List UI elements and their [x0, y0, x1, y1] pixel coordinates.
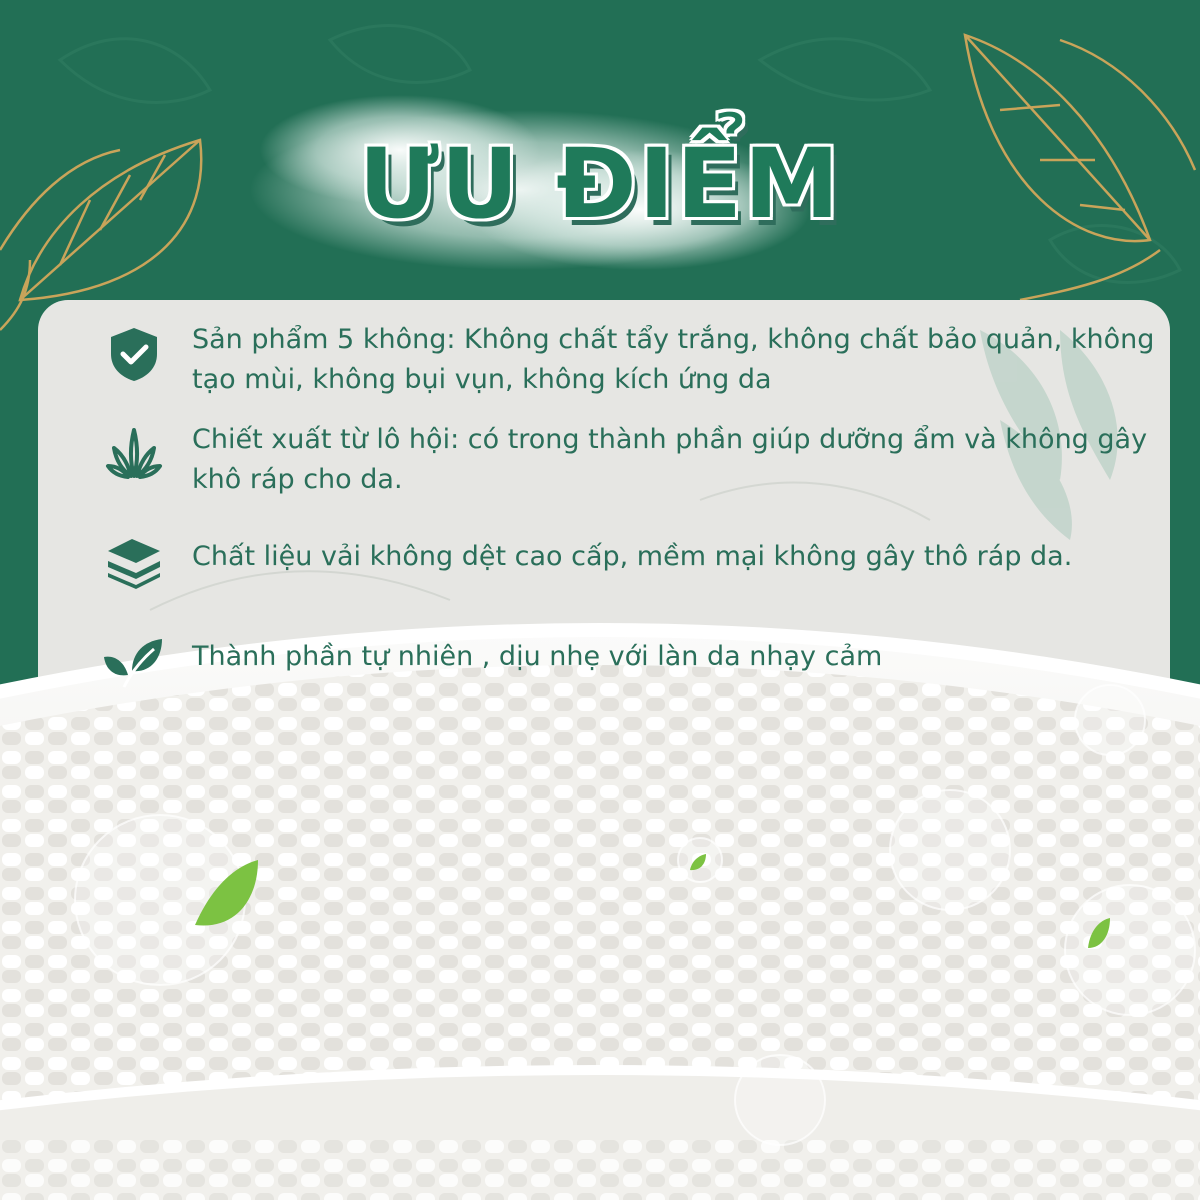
benefit-item: Chất liệu vải không dệt cao cấp, mềm mại…: [104, 537, 1164, 591]
benefit-text: Sản phẩm 5 không: Không chất tẩy trắng, …: [192, 324, 1155, 395]
shield-check-icon: [104, 324, 164, 384]
fabric-layers-icon: [104, 531, 164, 591]
page-title: ƯU ĐIỂM: [358, 128, 842, 240]
aloe-icon: [104, 424, 164, 484]
benefit-text: Chiết xuất từ lô hội: có trong thành phầ…: [192, 424, 1148, 495]
benefit-text: Chất liệu vải không dệt cao cấp, mềm mại…: [192, 541, 1073, 572]
benefit-item: Chiết xuất từ lô hội: có trong thành phầ…: [104, 420, 1164, 500]
product-benefits-banner: ƯU ĐIỂM Sản phẩm 5 không: Không chất tẩy…: [0, 0, 1200, 1200]
leaf-icon: [104, 631, 164, 691]
benefit-text: Thành phần tự nhiên , dịu nhẹ với làn da…: [192, 641, 883, 672]
benefit-item: Sản phẩm 5 không: Không chất tẩy trắng, …: [104, 320, 1164, 400]
benefit-item: Thành phần tự nhiên , dịu nhẹ với làn da…: [104, 637, 1164, 691]
